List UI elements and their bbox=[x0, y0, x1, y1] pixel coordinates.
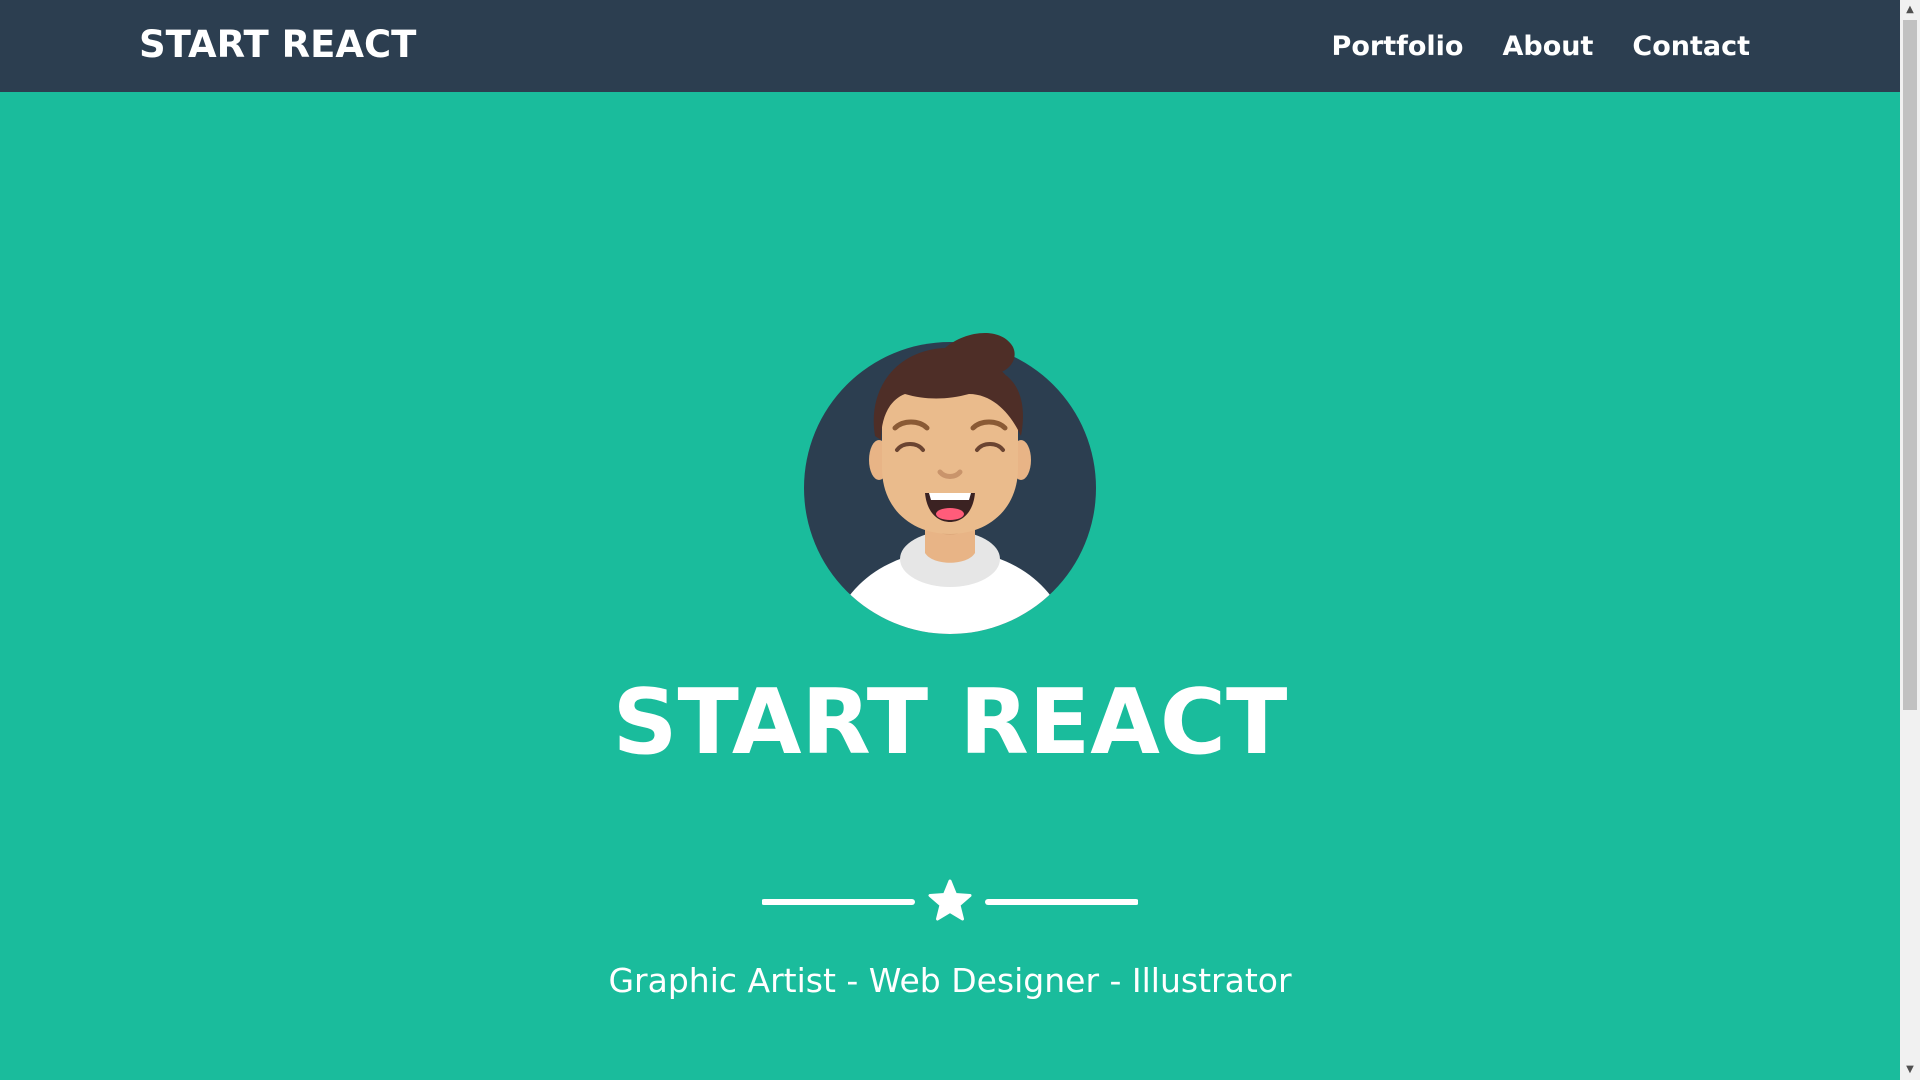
brand-link[interactable]: START REACT bbox=[139, 23, 416, 66]
hero-subtitle: Graphic Artist - Web Designer - Illustra… bbox=[608, 961, 1292, 1000]
page: START REACT Portfolio About Contact STAR… bbox=[0, 0, 1920, 1080]
avatar-icon bbox=[804, 332, 1096, 634]
hero-title: START REACT bbox=[612, 670, 1288, 775]
nav-link-contact[interactable]: Contact bbox=[1632, 31, 1750, 62]
nav-link-portfolio[interactable]: Portfolio bbox=[1332, 31, 1464, 62]
star-divider bbox=[762, 879, 1138, 921]
scroll-down-arrow-icon[interactable]: ▼ bbox=[1900, 1060, 1920, 1080]
vertical-scrollbar[interactable]: ▲ ▼ bbox=[1900, 0, 1920, 1080]
scroll-up-arrow-icon[interactable]: ▲ bbox=[1900, 0, 1920, 20]
hero-section: START REACT Graphic Artist - Web Designe… bbox=[0, 92, 1900, 1080]
star-icon bbox=[928, 879, 972, 921]
navbar: START REACT Portfolio About Contact bbox=[0, 0, 1900, 92]
nav-links: Portfolio About Contact bbox=[1332, 31, 1750, 62]
scrollbar-thumb[interactable] bbox=[1903, 20, 1917, 710]
nav-link-about[interactable]: About bbox=[1502, 31, 1593, 62]
